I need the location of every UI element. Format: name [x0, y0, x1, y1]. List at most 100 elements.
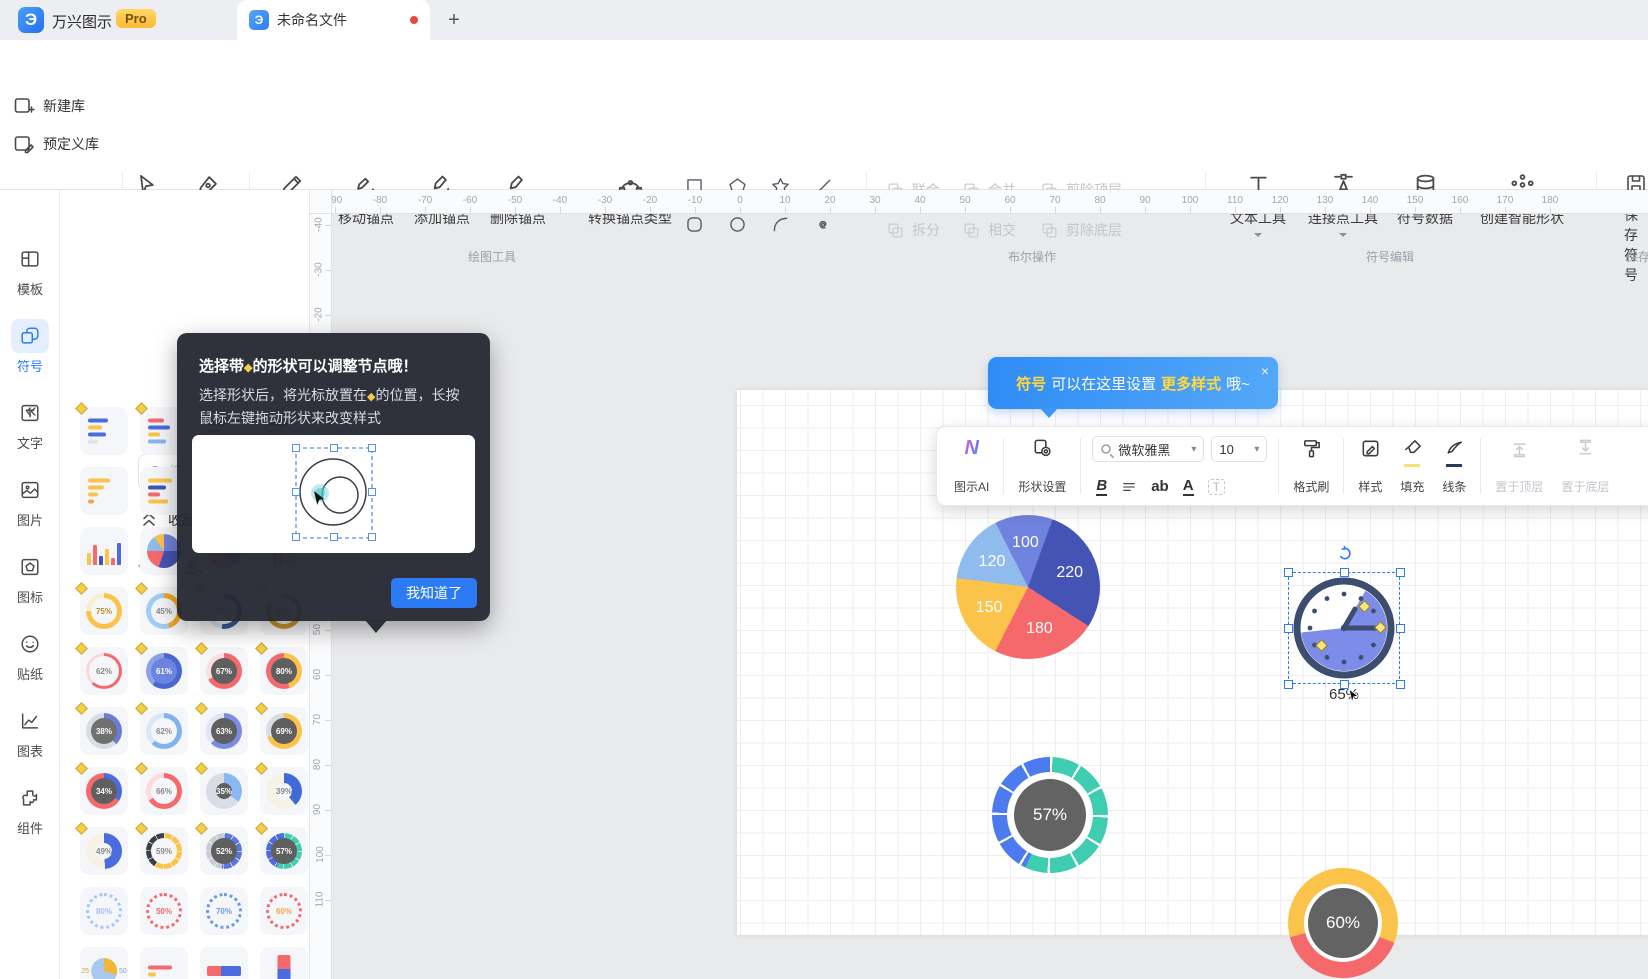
ai-diagram-button[interactable]: N 图示AI — [945, 434, 998, 498]
shape-settings-button[interactable]: 形状设置 — [1009, 434, 1075, 498]
symbol-thumbnail[interactable] — [80, 527, 128, 575]
document-tab[interactable]: Э 未命名文件 — [237, 0, 430, 40]
shape-spiral-button[interactable] — [809, 210, 837, 238]
align-button[interactable] — [1121, 479, 1137, 495]
diamond-marker-icon — [75, 822, 88, 835]
donut-chart-57[interactable]: 57% — [992, 757, 1108, 873]
app-window: Э 万兴图示 Pro Э 未命名文件 + 文件 开始插入设计视图符号高级AIho… — [0, 0, 1648, 979]
clock-gauge-shape[interactable] — [1292, 576, 1396, 680]
diamond-marker-icon — [195, 702, 208, 715]
guide-title: 选择带◆的形状可以调整节点哦！ — [199, 358, 418, 375]
group-label-save: 保存 — [1625, 250, 1648, 264]
sidebar-item-8[interactable]: 组件 — [0, 781, 60, 837]
symbol-thumbnail[interactable]: 50% — [140, 887, 188, 935]
font-size-select[interactable]: 10 ▾ — [1211, 436, 1268, 462]
symbol-thumbnail[interactable]: 34% — [75, 762, 128, 815]
symbol-thumbnail[interactable]: 62% — [75, 642, 128, 695]
selection-handle[interactable] — [1396, 680, 1405, 689]
symbol-thumbnail[interactable] — [140, 947, 188, 979]
symbol-thumbnail[interactable] — [80, 467, 128, 515]
group-label-draw-tools: 绘图工具 — [467, 250, 516, 264]
symbol-thumbnail[interactable]: 39% — [255, 762, 308, 815]
strikethrough-button[interactable]: ab — [1151, 478, 1169, 495]
new-tab-button[interactable]: + — [442, 8, 466, 32]
symbol-thumbnail[interactable]: 63% — [195, 702, 248, 755]
donut-chart-60[interactable]: 60% — [1288, 868, 1398, 978]
symbol-thumbnail[interactable]: 35% — [195, 762, 248, 815]
pro-badge: Pro — [116, 9, 156, 28]
selection-handle[interactable] — [1396, 568, 1405, 577]
style-button[interactable]: 样式 — [1349, 434, 1391, 498]
diamond-marker-icon — [75, 762, 88, 775]
symbol-thumbnail[interactable]: 52% — [195, 822, 248, 875]
underline-button[interactable]: A — [1182, 477, 1194, 496]
save-symbol-button[interactable]: 保存符号 — [1624, 172, 1648, 285]
sidebar-item-6[interactable]: 贴纸 — [0, 627, 60, 683]
text-box-button[interactable]: T — [1207, 478, 1225, 495]
sidebar-item-2[interactable]: 符号 — [0, 319, 60, 375]
symbol-thumbnail[interactable]: 61% — [135, 642, 188, 695]
pie-slice-label: 220 — [1056, 563, 1084, 581]
sidebar-item-3[interactable]: 文字 — [0, 396, 60, 452]
symbol-thumbnail[interactable]: 66% — [135, 762, 188, 815]
send-to-back-button[interactable]: 置于底层 — [1552, 434, 1618, 498]
fill-button[interactable]: 填充 — [1391, 434, 1433, 498]
bold-button[interactable]: B — [1096, 477, 1108, 496]
pie-chart-shape[interactable]: 220 180 150 120 100 — [956, 515, 1100, 659]
symbol-thumbnail[interactable]: 60% — [260, 887, 308, 935]
symbol-thumbnail[interactable] — [200, 947, 248, 979]
symbol-thumbnail[interactable] — [75, 402, 128, 455]
bring-to-front-button[interactable]: 置于顶层 — [1486, 434, 1552, 498]
font-family-select[interactable]: 微软雅黑 ▾ — [1092, 436, 1205, 462]
symbol-thumbnail[interactable]: 59% — [135, 822, 188, 875]
sidebar-item-7[interactable]: 图表 — [0, 704, 60, 760]
symbol-thumbnail[interactable] — [260, 947, 308, 979]
diamond-marker-icon — [255, 762, 268, 775]
symbol-thumbnail[interactable]: 57% — [255, 822, 308, 875]
diamond-marker-icon — [75, 582, 88, 595]
predefined-library-icon — [12, 132, 36, 156]
diamond-marker-icon — [75, 402, 88, 415]
symbol-thumbnail[interactable]: 69% — [255, 702, 308, 755]
format-painter-button[interactable]: 格式刷 — [1284, 434, 1338, 498]
selection-handle[interactable] — [1284, 680, 1293, 689]
symbol-thumbnail[interactable]: 49% — [75, 822, 128, 875]
selection-handle[interactable] — [1396, 624, 1405, 633]
line-button[interactable]: 线条 — [1433, 434, 1475, 498]
left-sidebar: « 模板 符号 文字 图片 图标 贴纸 图表 组件 — [0, 190, 60, 979]
predefined-library-button[interactable]: 预定义库 — [12, 132, 99, 156]
got-it-button[interactable]: 我知道了 — [391, 578, 477, 608]
diamond-marker-icon — [255, 822, 268, 835]
diamond-marker-icon — [135, 822, 148, 835]
guide-illustration — [192, 435, 475, 553]
floating-format-toolbar: N 图示AI 形状设置 微软雅黑 ▾ 10 ▾ B ab A T 格式刷 样式 填充 线条 置于… — [936, 426, 1648, 506]
menu-bar: 文件 开始插入设计视图符号高级AIhot — [0, 40, 1648, 120]
symbol-thumbnail[interactable]: 67% — [195, 642, 248, 695]
sidebar-item-4[interactable]: 图片 — [0, 473, 60, 529]
symbol-thumbnail[interactable]: 75% — [75, 582, 128, 635]
shape-rsq-button[interactable] — [680, 210, 708, 238]
guide-body: 选择形状后，将光标放置在◆的位置，长按鼠标左键拖动形状来改变样式 — [199, 387, 460, 426]
symbol-thumbnail[interactable]: 70% — [200, 887, 248, 935]
symbol-thumbnail[interactable]: 80% — [255, 642, 308, 695]
new-library-button[interactable]: 新建库 — [12, 94, 85, 118]
symbol-thumbnail[interactable]: 80% — [80, 887, 128, 935]
document-icon: Э — [249, 10, 269, 30]
shape-arc-button[interactable] — [766, 210, 794, 238]
clock-percent-label: 65% — [1328, 686, 1360, 703]
symbol-thumbnail[interactable]: 62% — [135, 702, 188, 755]
rotate-handle-icon[interactable] — [1337, 546, 1352, 561]
guide-tooltip: 选择带◆的形状可以调整节点哦！ 选择形状后，将光标放置在◆的位置，长按鼠标左键拖… — [177, 333, 490, 633]
symbol-thumbnail[interactable]: 38% — [75, 702, 128, 755]
sidebar-item-1[interactable]: 模板 — [0, 242, 60, 298]
diamond-marker-icon — [135, 582, 148, 595]
sidebar-item-5[interactable]: 图标 — [0, 550, 60, 606]
hint-bubble: 符号 可以在这里设置 更多样式 哦~ × — [988, 357, 1278, 418]
bool-op-6: 剪除底层 — [1040, 220, 1122, 240]
symbol-thumbnail[interactable]: 25 50 — [80, 947, 128, 979]
diamond-marker-icon — [195, 762, 208, 775]
diamond-marker-icon — [195, 642, 208, 655]
mouse-cursor-icon — [1348, 688, 1359, 703]
bubble-close-icon[interactable]: × — [1261, 363, 1269, 379]
shape-circ-button[interactable] — [723, 210, 751, 238]
